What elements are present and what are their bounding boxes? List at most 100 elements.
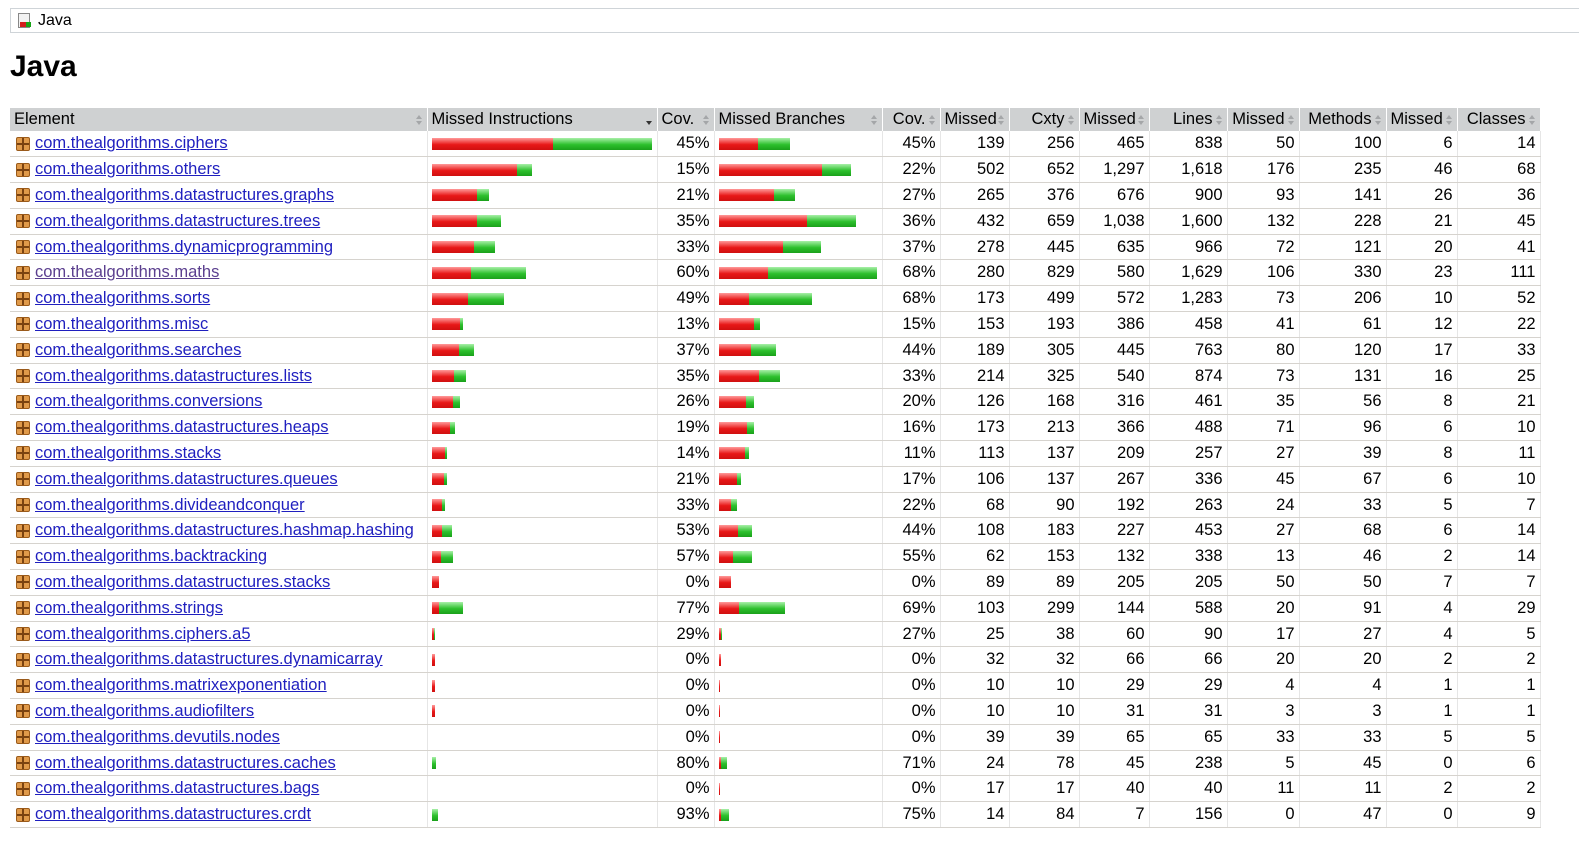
missed-cxty: 502	[940, 156, 1010, 184]
missed-methods: 13	[1227, 543, 1300, 571]
missed-bar	[431, 499, 442, 512]
classes: 6	[1457, 750, 1541, 777]
missed-methods: 132	[1227, 208, 1300, 235]
covered-bar	[746, 421, 754, 434]
classes: 5	[1457, 724, 1541, 751]
covered-bar	[476, 215, 501, 228]
package-link[interactable]: com.thealgorithms.others	[35, 160, 220, 179]
instructions-coverage: 33%	[657, 234, 715, 261]
covered-bar	[737, 524, 752, 537]
methods: 56	[1299, 388, 1387, 416]
header-missed-lines[interactable]: Missed	[1079, 108, 1150, 131]
package-link[interactable]: com.thealgorithms.maths	[35, 263, 219, 282]
missed-branches-bar	[714, 492, 883, 519]
cxty: 84	[1009, 801, 1080, 829]
package-link[interactable]: com.thealgorithms.datastructures.graphs	[35, 186, 334, 205]
missed-classes: 20	[1386, 234, 1458, 261]
header-missed-branches[interactable]: Missed Branches	[714, 108, 883, 131]
missed-methods: 0	[1227, 801, 1300, 829]
header-cxty[interactable]: Cxty	[1009, 108, 1080, 131]
cxty: 193	[1009, 311, 1080, 338]
breadcrumb: Java	[10, 8, 1579, 33]
package-link[interactable]: com.thealgorithms.backtracking	[35, 547, 267, 566]
covered-bar	[452, 395, 460, 408]
missed-classes: 21	[1386, 208, 1458, 235]
package-link[interactable]: com.thealgorithms.strings	[35, 599, 223, 618]
element-cell: com.thealgorithms.datastructures.graphs	[10, 182, 428, 209]
table-row: com.thealgorithms.datastructures.queues 2…	[10, 466, 1541, 493]
package-link[interactable]: com.thealgorithms.devutils.nodes	[35, 728, 280, 747]
missed-lines: 40	[1079, 775, 1150, 803]
package-link[interactable]: com.thealgorithms.searches	[35, 341, 241, 360]
missed-lines: 676	[1079, 182, 1150, 209]
package-link[interactable]: com.thealgorithms.misc	[35, 315, 208, 334]
element-cell: com.thealgorithms.misc	[10, 311, 428, 338]
missed-branches-bar	[714, 311, 883, 338]
missed-branches-bar	[714, 775, 883, 803]
package-link[interactable]: com.thealgorithms.datastructures.dynamic…	[35, 650, 383, 669]
package-link[interactable]: com.thealgorithms.matrixexponentiation	[35, 676, 327, 695]
missed-methods: 11	[1227, 775, 1300, 803]
lines: 900	[1149, 182, 1228, 209]
cxty: 137	[1009, 440, 1080, 467]
cxty: 305	[1009, 337, 1080, 364]
instructions-coverage: 0%	[657, 775, 715, 803]
package-link[interactable]: com.thealgorithms.sorts	[35, 289, 210, 308]
package-link[interactable]: com.thealgorithms.datastructures.queues	[35, 470, 338, 489]
header-lines[interactable]: Lines	[1149, 108, 1228, 131]
package-icon	[16, 807, 30, 822]
header-missed-methods[interactable]: Missed	[1227, 108, 1300, 131]
package-icon	[16, 162, 30, 177]
header-methods[interactable]: Methods	[1299, 108, 1387, 131]
missed-bar	[718, 344, 751, 357]
table-row: com.thealgorithms.conversions 26% 20% 126 16…	[10, 388, 1541, 416]
package-link[interactable]: com.thealgorithms.datastructures.stacks	[35, 573, 330, 592]
missed-lines: 7	[1079, 801, 1150, 829]
covered-bar	[441, 499, 445, 512]
package-link[interactable]: com.thealgorithms.audiofilters	[35, 702, 254, 721]
missed-branches-bar	[714, 698, 883, 725]
covered-bar	[431, 757, 436, 770]
header-element[interactable]: Element	[10, 108, 428, 131]
classes: 14	[1457, 131, 1541, 158]
table-row: com.thealgorithms.datastructures.heaps 19…	[10, 414, 1541, 442]
package-link[interactable]: com.thealgorithms.datastructures.crdt	[35, 805, 311, 824]
package-icon	[16, 291, 30, 306]
package-link[interactable]: com.thealgorithms.datastructures.heaps	[35, 418, 328, 437]
missed-cxty: 432	[940, 208, 1010, 235]
package-link[interactable]: com.thealgorithms.ciphers	[35, 134, 228, 153]
missed-lines: 29	[1079, 672, 1150, 700]
package-link[interactable]: com.thealgorithms.divideandconquer	[35, 496, 305, 515]
package-link[interactable]: com.thealgorithms.ciphers.a5	[35, 625, 251, 644]
package-link[interactable]: com.thealgorithms.stacks	[35, 444, 221, 463]
header-cov-branches[interactable]: Cov.	[882, 108, 941, 131]
package-link[interactable]: com.thealgorithms.datastructures.caches	[35, 754, 336, 773]
header-missed-classes[interactable]: Missed	[1386, 108, 1458, 131]
covered-bar	[516, 163, 532, 176]
package-link[interactable]: com.thealgorithms.datastructures.hashmap…	[35, 521, 414, 540]
classes: 1	[1457, 698, 1541, 725]
missed-methods: 71	[1227, 414, 1300, 442]
element-cell: com.thealgorithms.datastructures.caches	[10, 750, 428, 777]
instructions-coverage: 35%	[657, 208, 715, 235]
header-classes[interactable]: Classes	[1457, 108, 1541, 131]
table-row: com.thealgorithms.others 15% 22% 502 652 1,29…	[10, 156, 1541, 184]
missed-methods: 33	[1227, 724, 1300, 751]
missed-classes: 2	[1386, 646, 1458, 674]
cxty: 10	[1009, 698, 1080, 725]
package-link[interactable]: com.thealgorithms.dynamicprogramming	[35, 238, 333, 257]
header-missed-cxty[interactable]: Missed	[940, 108, 1010, 131]
package-link[interactable]: com.thealgorithms.conversions	[35, 392, 262, 411]
methods: 3	[1299, 698, 1387, 725]
missed-methods: 41	[1227, 311, 1300, 338]
missed-branches-bar	[714, 621, 883, 648]
missed-cxty: 14	[940, 801, 1010, 829]
header-cov-instructions[interactable]: Cov.	[657, 108, 715, 131]
package-link[interactable]: com.thealgorithms.datastructures.lists	[35, 367, 312, 386]
package-link[interactable]: com.thealgorithms.datastructures.bags	[35, 779, 319, 798]
package-link[interactable]: com.thealgorithms.datastructures.trees	[35, 212, 320, 231]
covered-bar	[431, 808, 438, 821]
package-icon	[16, 549, 30, 564]
header-missed-instructions[interactable]: Missed Instructions	[427, 108, 658, 131]
breadcrumb-label: Java	[38, 11, 72, 29]
